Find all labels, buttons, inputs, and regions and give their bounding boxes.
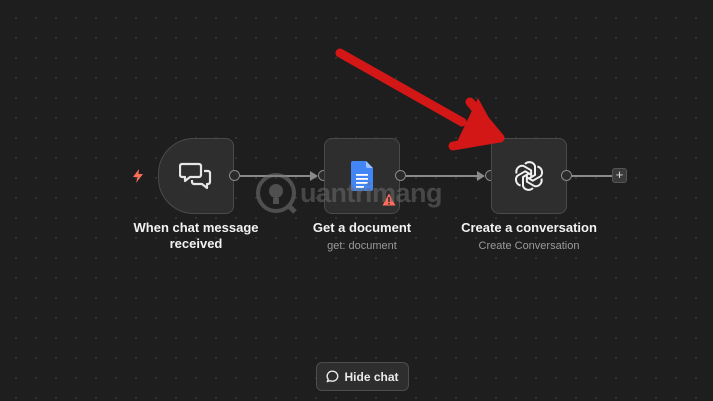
hide-chat-label: Hide chat	[344, 369, 399, 384]
annotation-arrow	[335, 48, 505, 151]
workflow-canvas[interactable]: When chat message received Get a documen…	[0, 0, 713, 401]
chat-bubble-icon	[326, 370, 339, 383]
hide-chat-button[interactable]: Hide chat	[316, 362, 409, 391]
